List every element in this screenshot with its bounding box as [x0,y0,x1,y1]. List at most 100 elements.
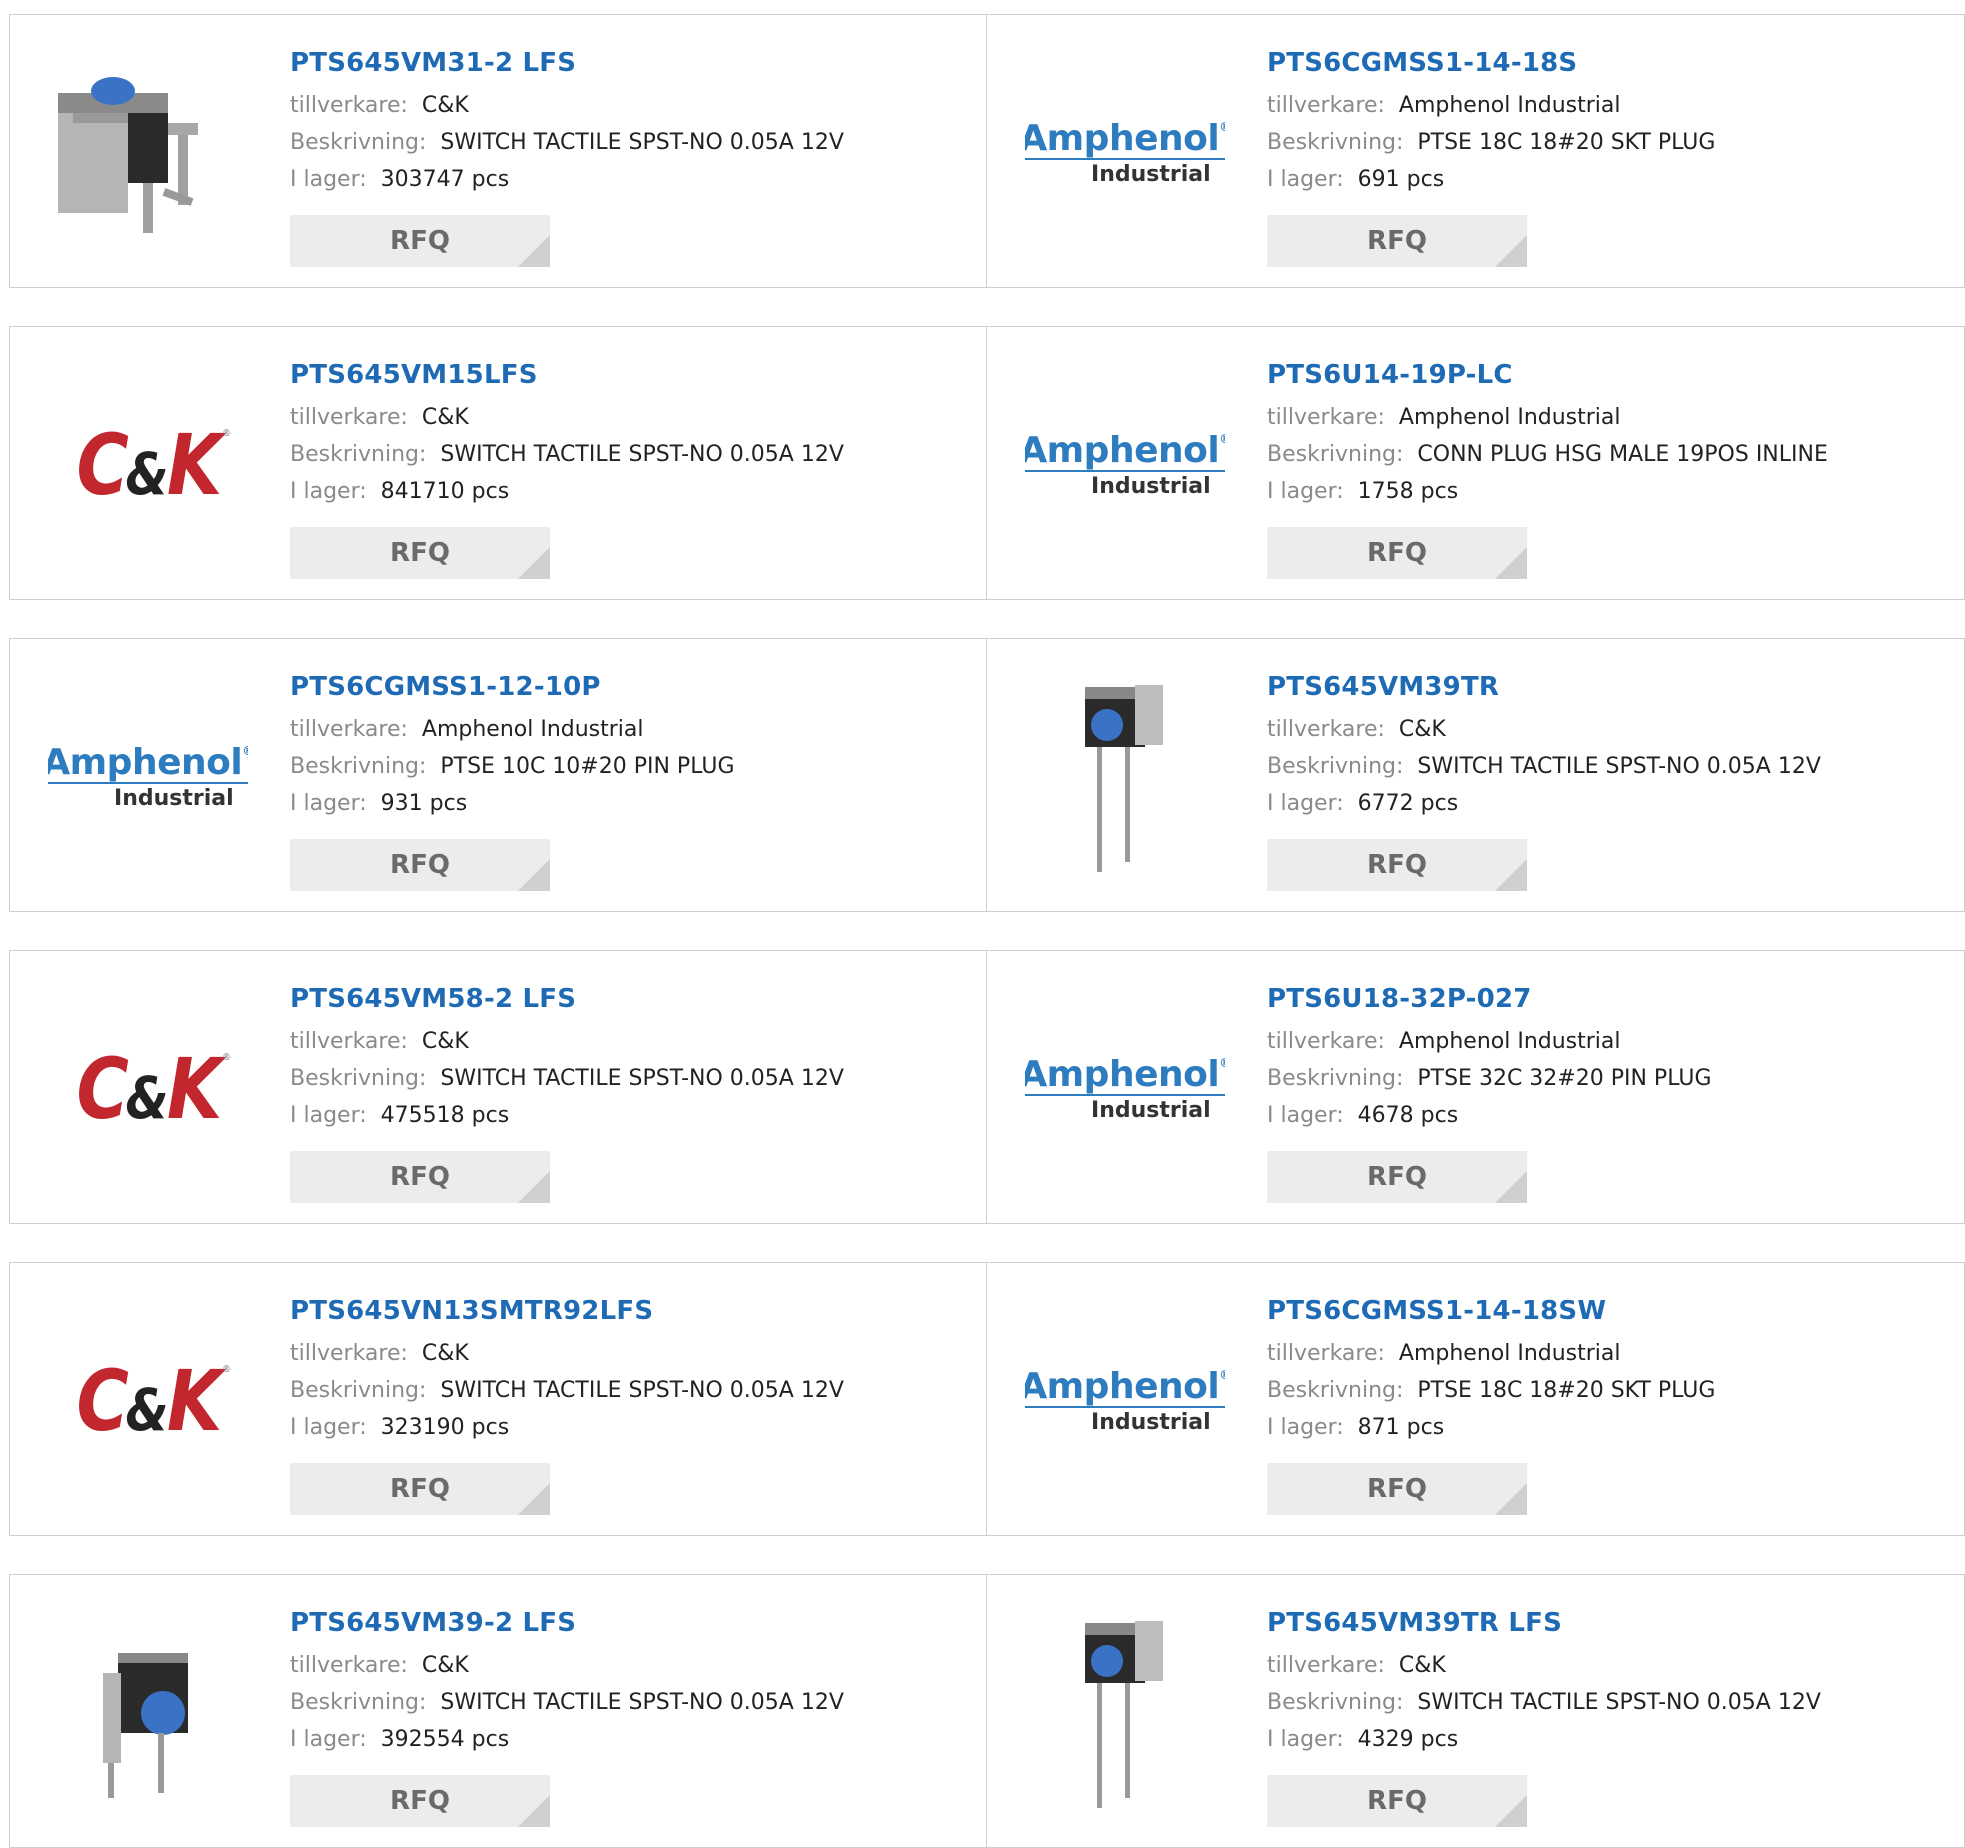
part-number-link[interactable]: PTS645VM31-2 LFS [290,45,976,81]
description-value: SWITCH TACTILE SPST-NO 0.05A 12V [440,1690,844,1715]
description-row: Beskrivning: PTSE 18C 18#20 SKT PLUG [1267,124,1954,161]
manufacturer-value: C&K [421,1653,469,1678]
rfq-button[interactable]: RFQ [290,215,550,267]
rfq-button[interactable]: RFQ [290,1775,550,1827]
stock-label: I lager: [1267,791,1344,816]
product-image[interactable]: C&K ® [48,1301,248,1501]
rfq-button[interactable]: RFQ [1267,215,1527,267]
rfq-button[interactable]: RFQ [1267,527,1527,579]
part-number-link[interactable]: PTS6CGMSS1-14-18SW [1267,1293,1954,1329]
manufacturer-row: tillverkare: Amphenol Industrial [1267,399,1954,436]
product-info: PTS645VM39-2 LFS tillverkare: C&K Beskriv… [290,1605,976,1758]
part-number-link[interactable]: PTS6CGMSS1-12-10P [290,669,976,705]
part-number-link[interactable]: PTS645VN13SMTR92LFS [290,1293,976,1329]
manufacturer-value: Amphenol Industrial [1398,405,1621,430]
rfq-button-label: RFQ [1367,1474,1427,1504]
part-number-link[interactable]: PTS645VM15LFS [290,357,976,393]
product-info: PTS6U14-19P-LC tillverkare: Amphenol Indu… [1267,357,1954,510]
amphenol-logo-icon: Amphenol® Industrial [1025,432,1225,498]
stock-value: 6772 pcs [1357,791,1459,816]
part-number-link[interactable]: PTS645VM58-2 LFS [290,981,976,1017]
description-label: Beskrivning: [290,1690,427,1715]
description-value: SWITCH TACTILE SPST-NO 0.05A 12V [1417,1690,1821,1715]
manufacturer-label: tillverkare: [290,717,408,742]
description-value: PTSE 10C 10#20 PIN PLUG [440,754,735,779]
description-row: Beskrivning: SWITCH TACTILE SPST-NO 0.05A… [1267,1684,1954,1721]
manufacturer-label: tillverkare: [290,93,408,118]
manufacturer-row: tillverkare: C&K [1267,1647,1954,1684]
ck-logo-icon: C&K ® [76,416,231,514]
ck-logo-icon: C&K ® [76,1352,231,1450]
product-info: PTS645VM58-2 LFS tillverkare: C&K Beskriv… [290,981,976,1134]
part-number-link[interactable]: PTS6U18-32P-027 [1267,981,1954,1017]
part-number-link[interactable]: PTS645VM39-2 LFS [290,1605,976,1641]
amphenol-logo-icon: Amphenol® Industrial [48,744,248,810]
description-value: PTSE 18C 18#20 SKT PLUG [1417,130,1716,155]
stock-value: 303747 pcs [380,167,510,192]
stock-label: I lager: [290,1103,367,1128]
product-image[interactable]: Amphenol® Industrial [1025,989,1225,1189]
product-info: PTS645VM39TR LFS tillverkare: C&K Beskriv… [1267,1605,1954,1758]
stock-value: 323190 pcs [380,1415,510,1440]
manufacturer-row: tillverkare: C&K [290,399,976,436]
product-grid: PTS645VM31-2 LFS tillverkare: C&K Beskriv… [9,14,1965,1848]
rfq-button[interactable]: RFQ [290,1151,550,1203]
manufacturer-label: tillverkare: [1267,1653,1385,1678]
description-row: Beskrivning: SWITCH TACTILE SPST-NO 0.05A… [290,1372,976,1409]
product-info: PTS6CGMSS1-14-18SW tillverkare: Amphenol … [1267,1293,1954,1446]
part-number-link[interactable]: PTS645VM39TR LFS [1267,1605,1954,1641]
stock-label: I lager: [290,479,367,504]
product-card: C&K ® PTS645VN13SMTR92LFS tillverkare: C&K… [9,1262,987,1536]
rfq-button[interactable]: RFQ [290,839,550,891]
manufacturer-label: tillverkare: [1267,405,1385,430]
description-row: Beskrivning: PTSE 10C 10#20 PIN PLUG [290,748,976,785]
manufacturer-row: tillverkare: C&K [290,1647,976,1684]
stock-label: I lager: [1267,1727,1344,1752]
amphenol-logo-icon: Amphenol® Industrial [1025,1368,1225,1434]
ck-logo-icon: C&K ® [76,1040,231,1138]
stock-label: I lager: [290,1727,367,1752]
product-info: PTS6U18-32P-027 tillverkare: Amphenol Ind… [1267,981,1954,1134]
product-card: Amphenol® Industrial PTS6CGMSS1-14-18SW … [987,1262,1965,1536]
product-image[interactable]: Amphenol® Industrial [1025,365,1225,565]
description-value: SWITCH TACTILE SPST-NO 0.05A 12V [440,442,844,467]
rfq-button-label: RFQ [390,1786,450,1816]
stock-row: I lager: 323190 pcs [290,1409,976,1446]
rfq-button[interactable]: RFQ [290,527,550,579]
stock-label: I lager: [1267,479,1344,504]
product-image[interactable] [48,53,248,253]
rfq-button[interactable]: RFQ [290,1463,550,1515]
part-number-link[interactable]: PTS6U14-19P-LC [1267,357,1954,393]
rfq-button-label: RFQ [1367,1162,1427,1192]
stock-label: I lager: [1267,167,1344,192]
stock-row: I lager: 931 pcs [290,785,976,822]
product-image[interactable] [1025,1613,1225,1813]
rfq-button-label: RFQ [390,538,450,568]
stock-value: 931 pcs [380,791,468,816]
rfq-button[interactable]: RFQ [1267,1463,1527,1515]
description-label: Beskrivning: [1267,1066,1404,1091]
part-number-link[interactable]: PTS645VM39TR [1267,669,1954,705]
product-image[interactable] [48,1613,248,1813]
product-image[interactable]: Amphenol® Industrial [1025,53,1225,253]
description-label: Beskrivning: [290,442,427,467]
rfq-button[interactable]: RFQ [1267,1775,1527,1827]
stock-row: I lager: 691 pcs [1267,161,1954,198]
rfq-button-label: RFQ [1367,538,1427,568]
manufacturer-label: tillverkare: [290,1341,408,1366]
product-image[interactable]: Amphenol® Industrial [48,677,248,877]
product-image[interactable]: C&K ® [48,365,248,565]
product-card: Amphenol® Industrial PTS6U18-32P-027 til… [987,950,1965,1224]
rfq-button[interactable]: RFQ [1267,839,1527,891]
product-image[interactable] [1025,677,1225,877]
part-number-link[interactable]: PTS6CGMSS1-14-18S [1267,45,1954,81]
stock-value: 871 pcs [1357,1415,1445,1440]
product-image[interactable]: C&K ® [48,989,248,1189]
rfq-button[interactable]: RFQ [1267,1151,1527,1203]
product-image[interactable]: Amphenol® Industrial [1025,1301,1225,1501]
rfq-button-label: RFQ [1367,1786,1427,1816]
manufacturer-value: C&K [421,1029,469,1054]
description-value: SWITCH TACTILE SPST-NO 0.05A 12V [440,130,844,155]
switch-vertical-icon [1085,685,1163,872]
manufacturer-row: tillverkare: Amphenol Industrial [1267,87,1954,124]
